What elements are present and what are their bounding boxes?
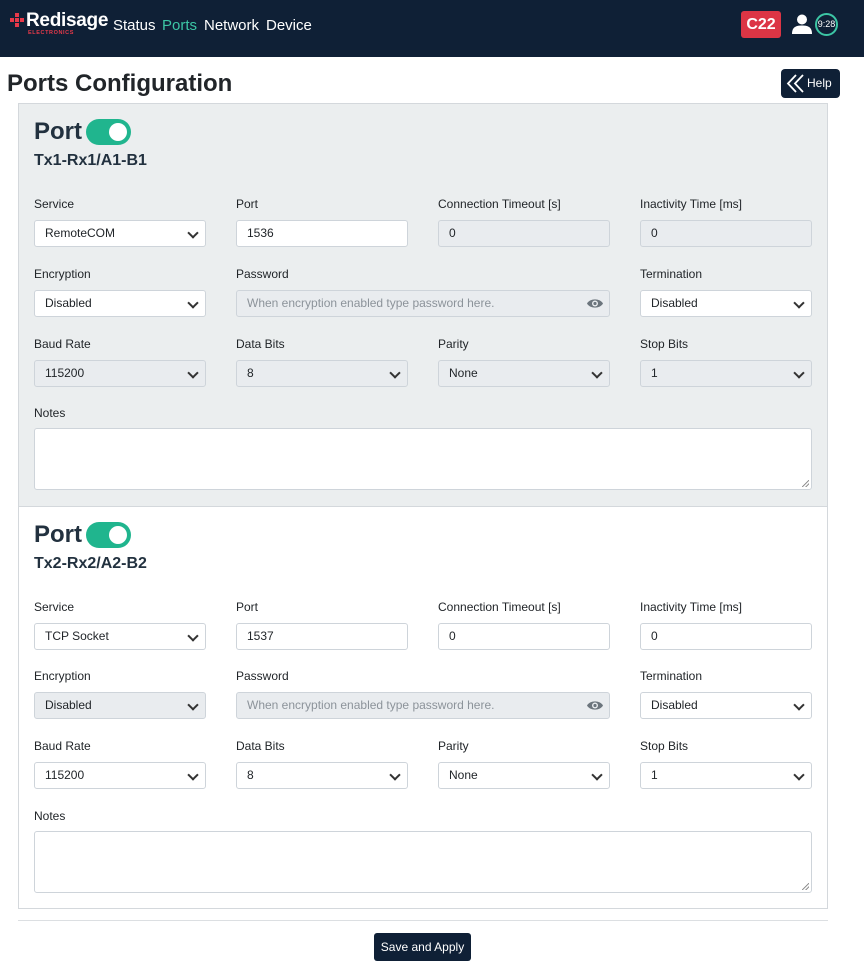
termination-label: Termination <box>640 267 703 281</box>
session-timer: 9:28 <box>815 13 838 36</box>
stop-bits-label: Stop Bits <box>640 337 689 351</box>
nav-link-ports[interactable]: Ports <box>162 17 197 34</box>
password-input[interactable]: When encryption enabled type password he… <box>236 692 610 719</box>
inactivity-time-input[interactable]: 0 <box>640 220 812 247</box>
password-input[interactable]: When encryption enabled type password he… <box>236 290 610 317</box>
port-title: Port <box>34 521 82 548</box>
stop-bits-select[interactable]: 1 <box>640 360 812 387</box>
baud-rate-label: Baud Rate <box>34 739 91 753</box>
password-placeholder: When encryption enabled type password he… <box>247 698 495 712</box>
port-subtitle: Tx2-Rx2/A2-B2 <box>34 555 147 572</box>
nav-link-device[interactable]: Device <box>266 17 312 34</box>
inactivity-time-label: Inactivity Time [ms] <box>640 197 743 211</box>
parity-select[interactable]: None <box>438 360 610 387</box>
notes-textarea[interactable] <box>34 831 812 893</box>
baud-rate-select[interactable]: 115200 <box>34 360 206 387</box>
encryption-select[interactable]: Disabled <box>34 692 206 719</box>
footer-divider <box>18 920 828 921</box>
connection-timeout-label: Connection Timeout [s] <box>438 197 561 211</box>
termination-label: Termination <box>640 669 703 683</box>
stop-bits-select[interactable]: 1 <box>640 762 812 789</box>
eye-icon[interactable] <box>586 699 604 712</box>
user-icon[interactable] <box>791 14 813 34</box>
port-card-1: Port Tx1-Rx1/A1-B1 Service Port Connecti… <box>18 103 828 507</box>
termination-select[interactable]: Disabled <box>640 290 812 317</box>
encryption-label: Encryption <box>34 669 91 683</box>
brand-subtitle: ELECTRONICS <box>28 30 75 36</box>
port-card-2: Port Tx2-Rx2/A2-B2 Service Port Connecti… <box>18 506 828 909</box>
port-title: Port <box>34 118 82 145</box>
data-bits-select[interactable]: 8 <box>236 762 408 789</box>
password-label: Password <box>236 669 289 683</box>
port-label: Port <box>236 197 259 211</box>
parity-label: Parity <box>438 337 469 351</box>
baud-rate-select[interactable]: 115200 <box>34 762 206 789</box>
inactivity-time-label: Inactivity Time [ms] <box>640 600 743 614</box>
connection-timeout-input[interactable]: 0 <box>438 623 610 650</box>
double-chevron-left-icon <box>786 74 804 93</box>
port-enable-toggle[interactable] <box>86 522 131 548</box>
help-button[interactable]: Help <box>781 69 840 98</box>
port-label: Port <box>236 600 259 614</box>
port-input[interactable]: 1536 <box>236 220 408 247</box>
device-badge[interactable]: C22 <box>741 11 781 38</box>
nav-link-network[interactable]: Network <box>204 17 259 34</box>
termination-select[interactable]: Disabled <box>640 692 812 719</box>
connection-timeout-label: Connection Timeout [s] <box>438 600 561 614</box>
stop-bits-label: Stop Bits <box>640 739 689 753</box>
baud-rate-label: Baud Rate <box>34 337 91 351</box>
data-bits-label: Data Bits <box>236 337 285 351</box>
service-select[interactable]: RemoteCOM <box>34 220 206 247</box>
service-label: Service <box>34 197 75 211</box>
password-label: Password <box>236 267 289 281</box>
notes-label: Notes <box>34 406 66 420</box>
inactivity-time-input[interactable]: 0 <box>640 623 812 650</box>
encryption-label: Encryption <box>34 267 91 281</box>
port-input[interactable]: 1537 <box>236 623 408 650</box>
notes-textarea[interactable] <box>34 428 812 490</box>
data-bits-select[interactable]: 8 <box>236 360 408 387</box>
password-placeholder: When encryption enabled type password he… <box>247 296 495 310</box>
port-subtitle: Tx1-Rx1/A1-B1 <box>34 152 147 169</box>
port-enable-toggle[interactable] <box>86 119 131 145</box>
notes-label: Notes <box>34 809 66 823</box>
service-select[interactable]: TCP Socket <box>34 623 206 650</box>
save-and-apply-button[interactable]: Save and Apply <box>374 933 471 961</box>
top-navbar: Redisage ELECTRONICS Status Ports Networ… <box>0 0 864 57</box>
parity-select[interactable]: None <box>438 762 610 789</box>
eye-icon[interactable] <box>586 297 604 310</box>
brand-name: Redisage <box>26 10 109 31</box>
page-title: Ports Configuration <box>7 70 233 97</box>
nav-link-status[interactable]: Status <box>113 17 156 34</box>
connection-timeout-input[interactable]: 0 <box>438 220 610 247</box>
logo-mark-icon <box>10 13 24 29</box>
brand-logo[interactable]: Redisage ELECTRONICS <box>10 10 109 38</box>
encryption-select[interactable]: Disabled <box>34 290 206 317</box>
help-button-label: Help <box>807 76 832 90</box>
data-bits-label: Data Bits <box>236 739 285 753</box>
service-label: Service <box>34 600 75 614</box>
parity-label: Parity <box>438 739 469 753</box>
